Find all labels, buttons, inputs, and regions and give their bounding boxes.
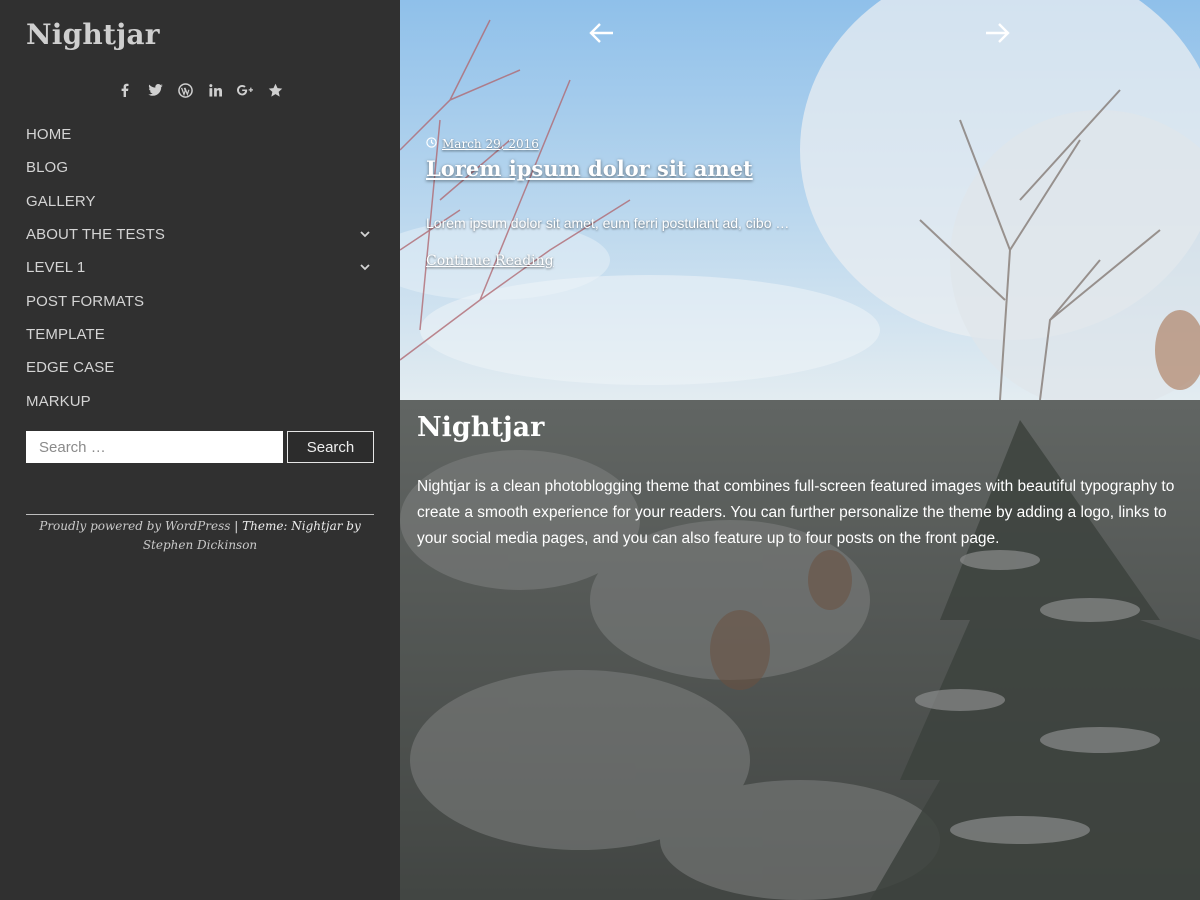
menu-item-label: ABOUT THE TESTS (26, 226, 166, 244)
wordpress-credit-link[interactable]: Proudly powered by WordPress (39, 519, 230, 533)
menu-item-label: GALLERY (26, 192, 96, 210)
next-arrow-icon[interactable] (980, 18, 1014, 48)
post-excerpt: Lorem ipsum dolor sit amet, eum ferri po… (426, 215, 790, 231)
twitter-icon[interactable] (147, 80, 163, 100)
post-date[interactable]: March 29, 2016 (442, 137, 539, 151)
menu-item-label: HOME (26, 126, 72, 144)
chevron-down-icon[interactable] (358, 261, 372, 275)
theme-credit: Theme: Nightjar by (242, 519, 361, 533)
menu-item-label: MARKUP (26, 392, 91, 410)
main-menu: HOME BLOG GALLERY ABOUT THE TESTS LEVEL … (26, 118, 374, 418)
post-meta: March 29, 2016 (426, 137, 539, 151)
menu-item-markup[interactable]: MARKUP (26, 384, 374, 417)
social-links (0, 80, 400, 100)
continue-reading-link[interactable]: Continue Reading (426, 253, 554, 269)
page: Nightjar HOME BLOG GALLERY ABOUT THE TES… (0, 0, 1200, 900)
menu-item-label: TEMPLATE (26, 325, 105, 343)
menu-item-template[interactable]: TEMPLATE (26, 318, 374, 351)
menu-item-label: POST FORMATS (26, 292, 145, 310)
footer-divider (26, 514, 374, 515)
search-button[interactable]: Search (287, 431, 374, 463)
menu-item-blog[interactable]: BLOG (26, 151, 374, 184)
facebook-icon[interactable] (117, 80, 133, 100)
site-credits: Proudly powered by WordPress | Theme: Ni… (26, 517, 374, 555)
menu-item-about-the-tests[interactable]: ABOUT THE TESTS (26, 218, 374, 251)
menu-item-post-formats[interactable]: POST FORMATS (26, 284, 374, 317)
search-form: Search (26, 431, 374, 463)
menu-item-home[interactable]: HOME (26, 118, 374, 151)
featured-hero: March 29, 2016 Lorem ipsum dolor sit ame… (400, 0, 1200, 900)
intro-title: Nightjar (417, 412, 545, 443)
google-plus-icon[interactable] (237, 80, 253, 100)
star-icon[interactable] (267, 80, 283, 100)
previous-arrow-icon[interactable] (585, 18, 619, 48)
search-input[interactable] (26, 431, 283, 463)
credit-separator: | (234, 519, 239, 533)
linkedin-icon[interactable] (207, 80, 223, 100)
post-title[interactable]: Lorem ipsum dolor sit amet (426, 156, 753, 181)
menu-item-level-1[interactable]: LEVEL 1 (26, 251, 374, 284)
menu-item-edge-case[interactable]: EDGE CASE (26, 351, 374, 384)
site-title[interactable]: Nightjar (26, 18, 160, 51)
menu-item-label: BLOG (26, 159, 69, 177)
sidebar: Nightjar HOME BLOG GALLERY ABOUT THE TES… (0, 0, 400, 900)
author-credit-link[interactable]: Stephen Dickinson (143, 538, 257, 552)
menu-item-gallery[interactable]: GALLERY (26, 185, 374, 218)
intro-description: Nightjar is a clean photoblogging theme … (417, 478, 1175, 547)
menu-item-label: EDGE CASE (26, 359, 115, 377)
menu-item-label: LEVEL 1 (26, 259, 86, 277)
chevron-down-icon[interactable] (358, 228, 372, 242)
wordpress-icon[interactable] (177, 80, 193, 100)
clock-icon (426, 137, 437, 151)
site-intro: Nightjar Nightjar is a clean photobloggi… (400, 400, 1200, 900)
